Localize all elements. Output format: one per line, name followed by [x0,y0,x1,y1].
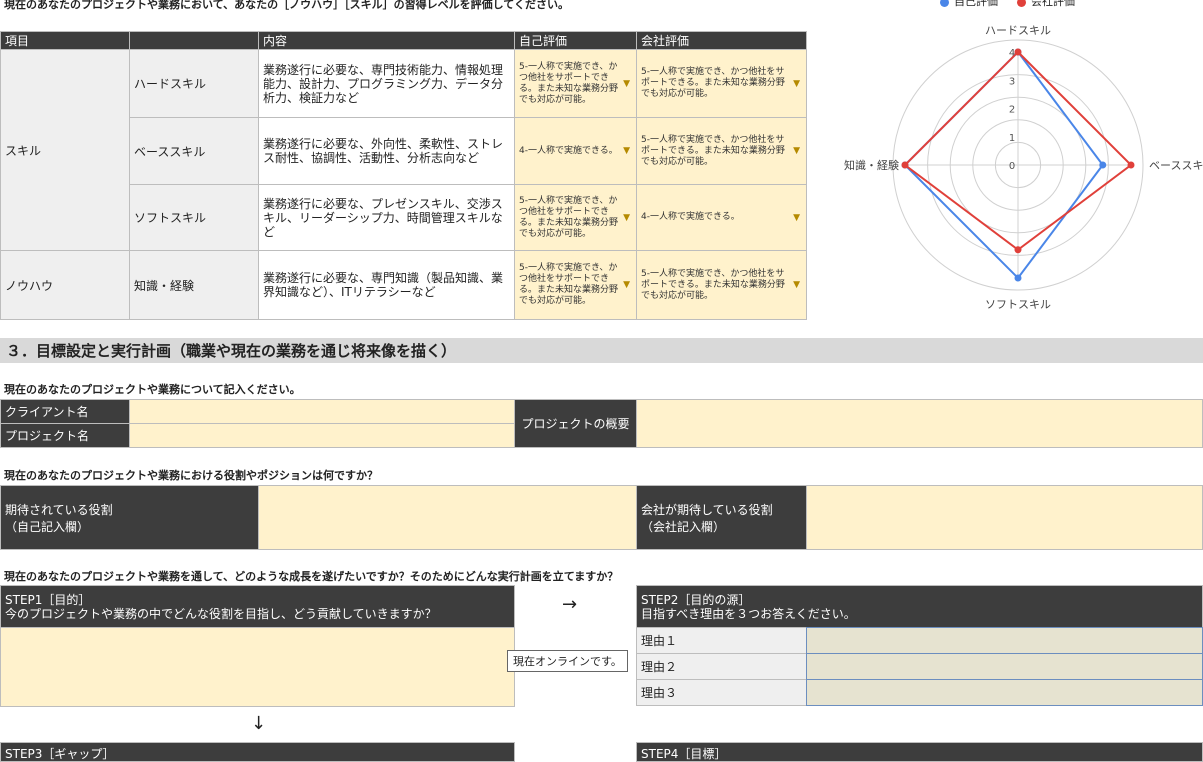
arrow-down-icon: ↓ [251,713,267,734]
dropdown-arrow-icon[interactable]: ▼ [623,146,630,156]
radar-series-point [901,161,909,169]
row-content: 業務遂行に必要な、専門知識（製品知識、業界知識など）、ITリテラシーなど [258,250,515,320]
header-item: 項目 [0,31,130,50]
project-name-input[interactable] [129,423,515,448]
radar-tick-label: 3 [1009,76,1015,87]
online-status-tooltip: 現在オンラインです。 [507,650,628,672]
radar-series-point [1127,161,1135,169]
radar-axis-label: ハードスキル [985,24,1051,37]
radar-tick-label: 2 [1009,105,1015,116]
reason-3-input[interactable] [806,679,1203,706]
company-eval-value: 5-一人称で実施でき、かつ他社をサポートできる。また未知な業務分野でも対応が可能… [641,67,785,99]
step2-desc: 目指すべき理由を３つお答えください。 [641,606,856,621]
row-content: 業務遂行に必要な、専門技術能力、情報処理能力、設計力、プログラミング力、データ分… [258,49,515,118]
step1-header: STEP1［目的］ 今のプロジェクトや業務の中でどんな役割を目指し、どう貢献して… [0,585,515,628]
step3-header: STEP3［ギャップ］ [0,742,515,762]
dropdown-arrow-icon[interactable]: ▼ [793,79,800,89]
client-name-input[interactable] [129,399,515,424]
reason-3-label: 理由３ [636,679,807,706]
step1-input[interactable] [0,627,515,707]
self-eval-value: 5-一人称で実施でき、かつ他社をサポートできる。また未知な業務分野でも対応が可能… [519,195,619,239]
expected-role-label: 期待されている役割 （自己記入欄） [0,485,259,550]
self-eval-value: 4-一人称で実施できる。 [519,145,618,156]
step4-header: STEP4［目標］ [636,742,1203,762]
self-eval-value: 5-一人称で実施でき、かつ他社をサポートできる。また未知な業務分野でも対応が可能… [519,61,619,105]
self-eval-select[interactable]: 4-一人称で実施できる。 ▼ [514,117,637,185]
company-eval-select[interactable]: 5-一人称で実施でき、かつ他社をサポートできる。また未知な業務分野でも対応が可能… [636,49,807,118]
radar-chart: 自己評価 会社評価 01234ハードスキルベーススキルソフトスキル知識・経験 [820,0,1203,330]
question-1: 現在のあなたのプロジェクトや業務について記入ください。 [4,383,301,396]
question-3: 現在のあなたのプロジェクトや業務を通して、どのような成長を遂げたいですか？そのた… [4,570,619,583]
dropdown-arrow-icon[interactable]: ▼ [793,280,800,290]
company-role-sub: （会社記入欄） [641,519,726,534]
company-role-label: 会社が期待している役割 （会社記入欄） [636,485,807,550]
group-skill: スキル [0,49,130,251]
company-eval-select[interactable]: 5-一人称で実施でき、かつ他社をサポートできる。また未知な業務分野でも対応が可能… [636,250,807,320]
section-title: ３．目標設定と実行計画（職業や現在の業務を通じ将来像を描く） [0,338,1203,363]
dropdown-arrow-icon[interactable]: ▼ [623,213,630,223]
expected-role-title: 期待されている役割 [5,502,113,517]
self-eval-select[interactable]: 5-一人称で実施でき、かつ他社をサポートできる。また未知な業務分野でも対応が可能… [514,49,637,118]
row-content: 業務遂行に必要な、外向性、柔軟性、ストレス耐性、協調性、活動性、分析志向など [258,117,515,185]
self-eval-select[interactable]: 5-一人称で実施でき、かつ他社をサポートできる。また未知な業務分野でも対応が可能… [514,250,637,320]
reason-1-label: 理由１ [636,627,807,654]
company-eval-select[interactable]: 4-一人称で実施できる。 ▼ [636,184,807,251]
self-eval-select[interactable]: 5-一人称で実施でき、かつ他社をサポートできる。また未知な業務分野でも対応が可能… [514,184,637,251]
company-role-title: 会社が期待している役割 [641,502,773,517]
row-sub-soft-skill: ソフトスキル [129,184,259,251]
arrow-right-icon: → [562,594,578,615]
radar-series-point [1014,246,1022,254]
dropdown-arrow-icon[interactable]: ▼ [793,213,800,223]
header-company-eval: 会社評価 [636,31,807,50]
radar-axis-label: ベーススキル [1149,159,1203,172]
expected-role-sub: （自己記入欄） [5,519,90,534]
company-eval-value: 5-一人称で実施でき、かつ他社をサポートできる。また未知な業務分野でも対応が可能… [641,134,785,167]
client-name-label: クライアント名 [0,399,130,424]
row-sub-hard-skill: ハードスキル [129,49,259,118]
company-eval-select[interactable]: 5-一人称で実施でき、かつ他社をサポートできる。また未知な業務分野でも対応が可能… [636,117,807,185]
intro-text: 現在のあなたのプロジェクトや業務において、あなたの［ノウハウ］［スキル］の習得レ… [4,0,569,11]
header-self-eval: 自己評価 [514,31,637,50]
company-eval-value: 4-一人称で実施できる。 [641,212,740,222]
project-overview-label: プロジェクトの概要 [514,399,637,448]
header-blank [129,31,259,50]
radar-series-point [1014,48,1022,56]
radar-series-point [1014,274,1022,282]
radar-series-point [1099,161,1107,169]
group-knowhow: ノウハウ [0,250,130,320]
question-2: 現在のあなたのプロジェクトや業務における役割やポジションは何ですか？ [4,469,378,482]
step1-title: STEP1［目的］ [5,592,91,607]
dropdown-arrow-icon[interactable]: ▼ [793,146,800,156]
step2-title: STEP2［目的の源］ [641,592,751,607]
dropdown-arrow-icon[interactable]: ▼ [623,79,630,89]
project-overview-input[interactable] [636,399,1203,448]
header-content: 内容 [258,31,515,50]
reason-2-label: 理由２ [636,653,807,680]
radar-axis-label: 知識・経験 [844,158,899,172]
step1-desc: 今のプロジェクトや業務の中でどんな役割を目指し、どう貢献していきますか？ [5,606,437,621]
project-name-label: プロジェクト名 [0,423,130,448]
expected-role-input[interactable] [258,485,637,550]
dropdown-arrow-icon[interactable]: ▼ [623,280,630,290]
radar-axis-label: ソフトスキル [985,298,1051,311]
radar-tick-label: 1 [1009,133,1015,144]
row-content: 業務遂行に必要な、プレゼンスキル、交渉スキル、リーダーシップ力、時間管理スキルな… [258,184,515,251]
company-role-input[interactable] [806,485,1203,550]
self-eval-value: 5-一人称で実施でき、かつ他社をサポートできる。また未知な業務分野でも対応が可能… [519,263,619,306]
reason-2-input[interactable] [806,653,1203,680]
company-eval-value: 5-一人称で実施でき、かつ他社をサポートできる。また未知な業務分野でも対応が可能… [641,268,785,301]
row-sub-base-skill: ベーススキル [129,117,259,185]
row-sub-knowledge: 知識・経験 [129,250,259,320]
reason-1-input[interactable] [806,627,1203,654]
step2-header: STEP2［目的の源］ 目指すべき理由を３つお答えください。 [636,585,1203,628]
radar-tick-label: 0 [1009,161,1015,172]
radar-chart-svg: 01234ハードスキルベーススキルソフトスキル知識・経験 [844,24,1203,311]
